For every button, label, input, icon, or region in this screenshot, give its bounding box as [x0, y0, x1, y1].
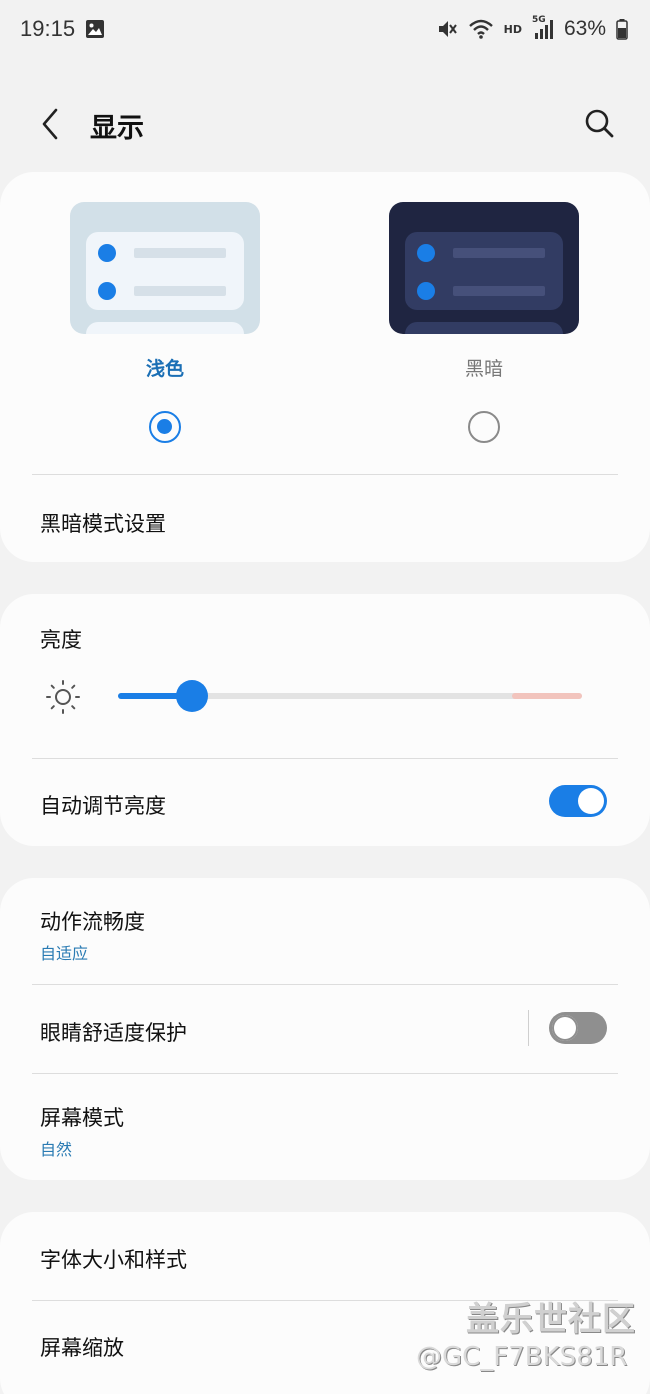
sun-icon [44, 678, 82, 720]
status-time: 19:15 [20, 16, 76, 41]
battery-icon [616, 18, 628, 40]
motion-smoothness-value: 自适应 [40, 944, 89, 963]
divider [32, 1073, 618, 1074]
battery-percent: 63% [563, 17, 606, 40]
search-icon [585, 109, 614, 138]
app-header: 显示 [0, 88, 650, 158]
page-title: 显示 [90, 113, 144, 144]
search-button[interactable] [580, 104, 620, 144]
chevron-left-icon [42, 108, 58, 140]
dark-theme-preview[interactable] [389, 202, 579, 334]
slider-thumb[interactable] [176, 680, 208, 712]
light-theme-label: 浅色 [145, 358, 184, 380]
back-button[interactable] [34, 104, 68, 144]
slider-hdr-zone [512, 693, 582, 699]
auto-brightness-toggle[interactable] [549, 785, 607, 817]
screen-mode-item[interactable]: 屏幕模式 [40, 1102, 124, 1132]
light-theme-preview[interactable] [70, 202, 260, 334]
dark-mode-settings-item[interactable]: 黑暗模式设置 [40, 508, 166, 538]
status-bar: 19:15 HD 5G 63% [0, 0, 650, 58]
toggle-separator [528, 1010, 529, 1046]
signal-icon: 5G [532, 15, 554, 41]
dark-theme-radio[interactable] [468, 411, 500, 443]
wifi-icon [468, 18, 494, 40]
brightness-card: 亮度 自动调节亮度 [0, 594, 650, 846]
brightness-title: 亮度 [40, 628, 82, 652]
eye-comfort-toggle[interactable] [549, 1012, 607, 1044]
hd-indicator: HD [503, 22, 522, 36]
divider [32, 474, 618, 475]
eye-comfort-item[interactable]: 眼睛舒适度保护 [40, 1017, 187, 1047]
screen-mode-value: 自然 [40, 1140, 73, 1159]
dark-theme-label: 黑暗 [464, 358, 503, 380]
status-right: HD 5G 63% [436, 15, 628, 41]
light-theme-radio[interactable] [149, 411, 181, 443]
auto-brightness-item[interactable]: 自动调节亮度 [40, 790, 166, 820]
mute-icon [436, 18, 458, 40]
theme-card: 浅色 黑暗 黑暗模式设置 [0, 172, 650, 562]
display-options-card: 动作流畅度 自适应 眼睛舒适度保护 屏幕模式 自然 [0, 878, 650, 1180]
brightness-slider[interactable] [118, 680, 582, 712]
watermark-title: 盖乐世社区 [466, 1299, 636, 1338]
font-size-style-item[interactable]: 字体大小和样式 [40, 1244, 187, 1274]
screen-zoom-item[interactable]: 屏幕缩放 [40, 1332, 124, 1362]
divider [32, 984, 618, 985]
image-icon [85, 19, 105, 39]
divider [32, 758, 618, 759]
status-left: 19:15 [20, 16, 105, 42]
motion-smoothness-item[interactable]: 动作流畅度 [40, 906, 145, 936]
watermark-handle: @GC_F7BKS81R [416, 1342, 628, 1372]
